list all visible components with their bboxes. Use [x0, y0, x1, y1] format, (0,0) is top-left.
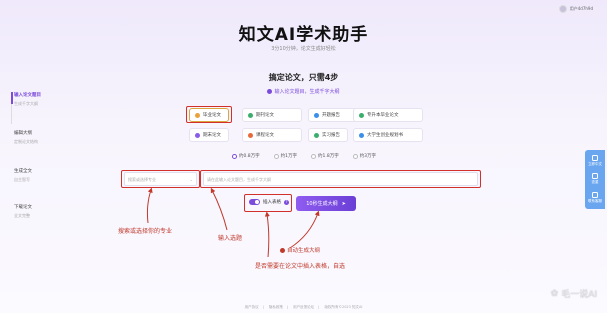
step-name: 生成全文 [14, 169, 32, 174]
title-input[interactable]: 请在此输入论文题目，生成千字大纲 [203, 172, 478, 186]
footer-link-feedback[interactable]: 用户反馈论坛 [293, 305, 314, 309]
word-count-group: 约0.8万字 约1万字 约1.8万字 约3万字 [232, 153, 376, 159]
type-card-journal[interactable]: 期刊论文 [242, 108, 302, 122]
type-card-final[interactable]: 期末论文 [189, 128, 229, 142]
annotation-auto: 自动生成大纲 [280, 246, 320, 254]
option-label: 约3万字 [359, 154, 377, 159]
type-icon [359, 132, 364, 138]
word-count-option[interactable]: 约0.8万字 [232, 153, 260, 159]
type-card-course[interactable]: 课程论文 [242, 128, 302, 142]
chevron-down-icon: ⌄ [189, 177, 193, 182]
steps-title: 搞定论文，只需4步 [268, 73, 339, 82]
step-name: 编辑大纲 [14, 131, 32, 136]
toggle-label: 插入表格 [263, 200, 281, 205]
page-title: 知文AI学术助手 [238, 25, 369, 45]
option-label: 约0.8万字 [239, 154, 260, 159]
type-label: 课程论文 [256, 133, 274, 138]
type-icon [314, 112, 319, 118]
major-select[interactable]: 搜索或选择专业 ⌄ [124, 172, 197, 186]
step-name: 输入论文题目 [14, 93, 41, 98]
word-count-option[interactable]: 约3万字 [352, 153, 377, 159]
sidebar-step-4[interactable]: 下载论文 全文完整 [14, 204, 32, 219]
type-label: 期刊论文 [256, 113, 274, 118]
watermark-text: 毛一说AI [561, 290, 597, 300]
generate-label: 10秒生成大纲 [306, 201, 338, 207]
annotation-title: 输入选题 [218, 235, 243, 242]
avatar [558, 5, 567, 13]
generate-outline-button[interactable]: 10秒生成大纲 ➤ [296, 196, 356, 211]
word-count-option[interactable]: 约1万字 [273, 153, 298, 159]
check-icon [592, 173, 598, 180]
page-subtitle: 3分10分钟，论文生成好轻松 [271, 46, 336, 52]
float-item[interactable]: 立即中文 [588, 155, 602, 167]
arrow-table [264, 211, 270, 258]
doc-icon [592, 155, 598, 162]
help-icon[interactable]: ? [284, 199, 289, 205]
user-name: 用户4d7h9d [569, 6, 593, 11]
arrow-auto [289, 210, 320, 249]
type-icon [248, 112, 253, 118]
float-item[interactable]: 查重 [592, 173, 599, 185]
step-hint-text: 输入论文题目，生成千字大纲 [274, 89, 340, 95]
type-label: 期末论文 [203, 133, 221, 138]
float-label: 立即中文 [588, 162, 602, 167]
footer-copyright: 版权所有©2023 知文AI [324, 305, 363, 309]
option-label: 约1万字 [280, 154, 298, 159]
send-icon: ➤ [341, 200, 346, 207]
type-icon [195, 112, 200, 118]
step-desc: 全文完整 [14, 213, 30, 218]
type-label: 专升本毕业论文 [367, 113, 399, 118]
service-icon [592, 191, 598, 198]
type-icon [359, 112, 364, 118]
active-indicator [11, 92, 13, 104]
step-desc: 自主智写 [14, 177, 30, 182]
option-label: 约1.8万字 [318, 154, 339, 159]
type-icon [248, 132, 253, 138]
step-hint: 输入论文题目，生成千字大纲 [0, 88, 607, 95]
type-card-business-plan[interactable]: 大学生创业规划书 [353, 128, 423, 142]
sidebar-step-2[interactable]: 编辑大纲 定制论文结构 [14, 130, 38, 145]
step-icon [267, 89, 273, 94]
float-label: 联系客服 [588, 198, 602, 203]
type-card-upgrade[interactable]: 专升本毕业论文 [353, 108, 423, 122]
insert-table-toggle[interactable]: 插入表格 ? [249, 199, 289, 205]
arrow-major [146, 187, 153, 224]
annotation-dot-icon [280, 248, 285, 253]
type-label: 大学生创业规划书 [367, 133, 403, 138]
type-icon [195, 132, 200, 138]
float-item[interactable]: 联系客服 [588, 191, 602, 204]
type-label: 开题报告 [322, 113, 340, 118]
sidebar-step-1[interactable]: 输入论文题目 生成千字大纲 [11, 92, 41, 107]
radio-icon [232, 153, 237, 159]
type-card-internship[interactable]: 实习报告 [308, 128, 348, 142]
type-icon [314, 132, 319, 138]
radio-icon [311, 153, 317, 159]
watermark-logo-icon: ❀ [550, 288, 559, 299]
sidebar-step-3[interactable]: 生成全文 自主智写 [14, 168, 32, 183]
annotation-table: 是否需要在论文中插入表格，自选 [255, 263, 346, 270]
toggle-switch[interactable] [249, 199, 260, 205]
type-card-graduation[interactable]: 毕业论文 [189, 108, 229, 122]
arrow-title [210, 187, 228, 231]
word-count-option[interactable]: 约1.8万字 [311, 153, 339, 159]
type-label: 实习报告 [322, 133, 340, 138]
radio-icon [273, 153, 279, 159]
title-placeholder: 请在此输入论文题目，生成千字大纲 [207, 177, 271, 182]
footer: 用户协议 | 隐私政策 | 用户反馈论坛 | 版权所有©2023 知文AI [244, 305, 363, 309]
watermark: ❀ 毛一说AI [550, 287, 597, 301]
float-label: 查重 [591, 180, 599, 185]
annotation-auto-text: 自动生成大纲 [287, 248, 321, 254]
major-placeholder: 搜索或选择专业 [128, 177, 156, 182]
annotation-major: 搜索或选择你的专业 [118, 228, 173, 235]
step-desc: 生成千字大纲 [14, 101, 38, 106]
type-label: 毕业论文 [203, 113, 221, 118]
step-name: 下载论文 [14, 205, 32, 210]
radio-icon [352, 153, 358, 159]
step-desc: 定制论文结构 [14, 139, 38, 144]
step-divider [11, 102, 12, 124]
footer-link-agreement[interactable]: 用户协议 [245, 305, 259, 309]
floating-toolbar: 立即中文 查重 联系客服 [585, 150, 605, 209]
footer-link-privacy[interactable]: 隐私政策 [269, 305, 283, 309]
user-menu[interactable]: 用户4d7h9d [558, 5, 593, 13]
